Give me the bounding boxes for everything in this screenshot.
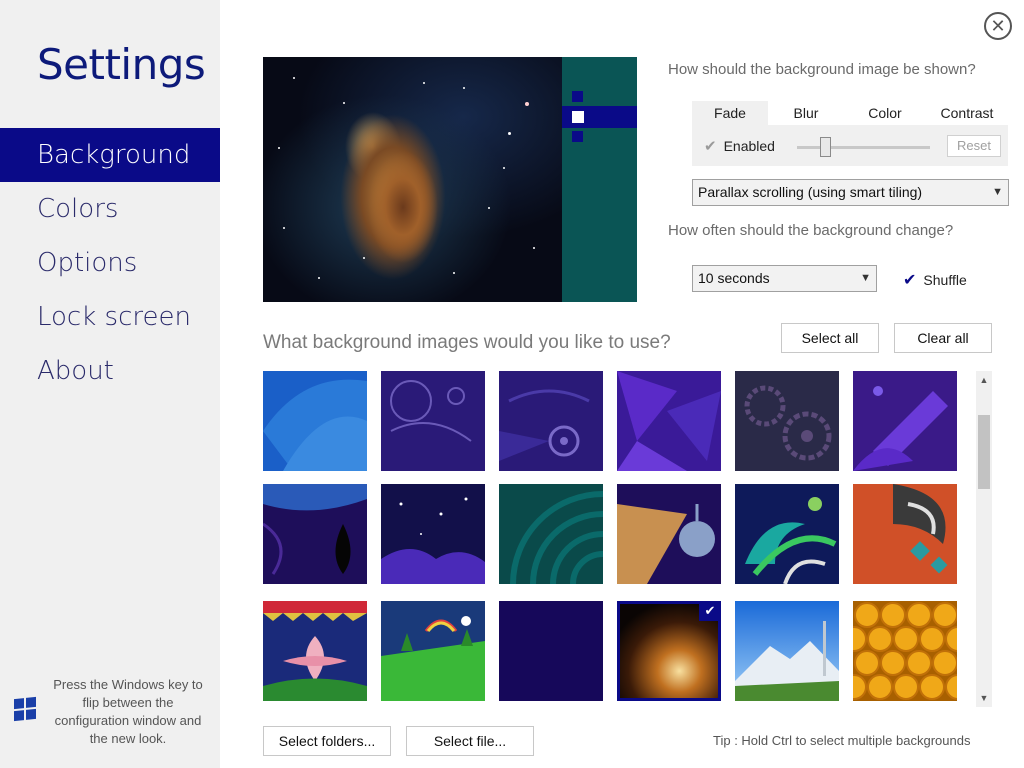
scrollbar-thumb[interactable]: [978, 415, 990, 489]
scroll-up-arrow-icon[interactable]: ▲: [976, 373, 992, 387]
display-mode-value: Parallax scrolling (using smart tiling): [698, 184, 923, 200]
preview-indicator-active: [572, 111, 584, 123]
effect-tabs: Fade Blur Color Contrast: [692, 101, 1008, 125]
fade-tab-panel: ✔ Enabled Reset: [692, 125, 1008, 166]
background-thumbnail[interactable]: [853, 484, 957, 584]
background-thumbnail[interactable]: [263, 371, 367, 471]
background-thumbnail[interactable]: [617, 484, 721, 584]
windows-key-hint-text: Press the Windows key to flip between th…: [53, 677, 203, 746]
background-thumbnail[interactable]: [735, 601, 839, 701]
nav-item-about[interactable]: About: [0, 344, 220, 398]
checkmark-icon: ✔: [699, 601, 721, 621]
background-thumbnail[interactable]: [263, 601, 367, 701]
background-thumbnail[interactable]: [499, 601, 603, 701]
background-thumbnail[interactable]: [853, 601, 957, 701]
close-circle-icon: ✕: [990, 16, 1006, 36]
shuffle-checkbox[interactable]: ✔ Shuffle: [903, 270, 967, 290]
preview-indicator: [572, 131, 583, 142]
tip-text: Tip : Hold Ctrl to select multiple backg…: [713, 733, 971, 748]
nav-item-colors[interactable]: Colors: [0, 182, 220, 236]
interval-value: 10 seconds: [698, 270, 770, 286]
nav-menu: Background Colors Options Lock screen Ab…: [0, 128, 220, 398]
enabled-label: Enabled: [723, 138, 775, 154]
background-image-grid: ✔: [263, 371, 963, 705]
enabled-checkbox[interactable]: ✔ Enabled: [704, 137, 775, 155]
background-thumbnail[interactable]: [735, 484, 839, 584]
background-thumbnail[interactable]: [381, 371, 485, 471]
interval-select[interactable]: 10 seconds ▼: [692, 265, 877, 292]
checkmark-icon: ✔: [704, 138, 717, 155]
settings-title: Settings: [37, 40, 206, 89]
background-thumbnail-selected[interactable]: ✔: [617, 601, 721, 701]
select-all-button[interactable]: Select all: [781, 323, 879, 353]
change-question: How often should the background change?: [668, 222, 954, 239]
background-thumbnail[interactable]: [499, 484, 603, 584]
checkmark-icon: ✔: [903, 272, 917, 289]
tab-color[interactable]: Color: [844, 101, 926, 125]
shuffle-label: Shuffle: [923, 272, 967, 288]
background-thumbnail[interactable]: [499, 371, 603, 471]
background-preview: [263, 57, 637, 302]
windows-key-hint: Press the Windows key to flip between th…: [14, 676, 214, 748]
fade-slider-track[interactable]: [797, 146, 930, 149]
tab-blur[interactable]: Blur: [768, 101, 844, 125]
background-thumbnail[interactable]: [853, 371, 957, 471]
select-folders-button[interactable]: Select folders...: [263, 726, 391, 756]
preview-image: [263, 57, 562, 302]
display-question: How should the background image be shown…: [668, 61, 976, 78]
chevron-down-icon: ▼: [860, 272, 871, 284]
close-button[interactable]: ✕: [984, 12, 1012, 40]
chevron-down-icon: ▼: [992, 186, 1003, 198]
fade-slider-thumb[interactable]: [820, 137, 831, 157]
tab-contrast[interactable]: Contrast: [926, 101, 1008, 125]
select-file-button[interactable]: Select file...: [406, 726, 534, 756]
display-mode-select[interactable]: Parallax scrolling (using smart tiling) …: [692, 179, 1009, 206]
background-thumbnail[interactable]: [381, 601, 485, 701]
scroll-down-arrow-icon[interactable]: ▼: [976, 691, 992, 705]
background-thumbnail[interactable]: [617, 371, 721, 471]
nav-item-options[interactable]: Options: [0, 236, 220, 290]
nav-item-lock-screen[interactable]: Lock screen: [0, 290, 220, 344]
sidebar: Settings Background Colors Options Lock …: [0, 0, 220, 768]
reset-button[interactable]: Reset: [947, 135, 1001, 157]
tab-fade[interactable]: Fade: [692, 101, 768, 125]
windows-logo-icon: [14, 696, 36, 722]
preview-indicator: [572, 91, 583, 102]
background-thumbnail[interactable]: [263, 484, 367, 584]
images-question: What background images would you like to…: [263, 332, 671, 353]
background-thumbnail[interactable]: [381, 484, 485, 584]
background-thumbnail[interactable]: [735, 371, 839, 471]
grid-scrollbar[interactable]: ▲ ▼: [976, 371, 992, 707]
nav-item-background[interactable]: Background: [0, 128, 220, 182]
clear-all-button[interactable]: Clear all: [894, 323, 992, 353]
